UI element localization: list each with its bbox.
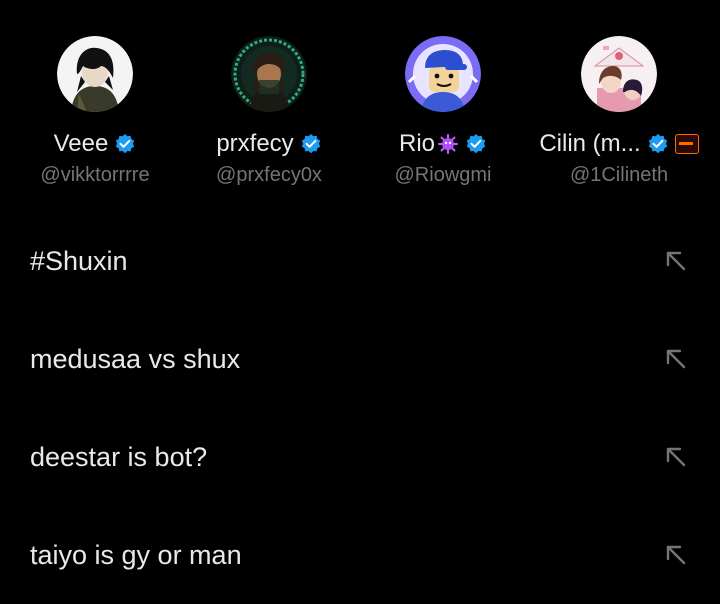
recent-search-item[interactable]: medusaa vs shux — [0, 310, 720, 408]
search-query-text: deestar is bot? — [30, 441, 208, 472]
affiliate-badge-icon — [674, 134, 699, 154]
account-name: Veee — [53, 130, 109, 157]
recent-search-item[interactable]: deestar is bot? — [0, 408, 720, 506]
arrow-up-left-icon[interactable] — [662, 247, 690, 275]
account-cilin[interactable]: Cilin (m... @1Cilineth — [534, 36, 704, 196]
account-handle: @prxfecy0x — [216, 164, 322, 186]
account-name: Cilin (m... — [539, 130, 641, 157]
verified-badge-icon — [116, 134, 135, 154]
account-rio[interactable]: Rio @Riowgmi — [358, 36, 528, 196]
verified-badge-icon — [648, 134, 667, 154]
verified-badge-icon — [466, 134, 486, 154]
recent-search-item[interactable]: #Shuxin — [0, 212, 720, 310]
account-prxfecy[interactable]: prxfecy @prxfecy0x — [184, 36, 354, 196]
account-name: prxfecy — [216, 130, 294, 157]
arrow-up-left-icon[interactable] — [662, 541, 690, 569]
arrow-up-left-icon[interactable] — [662, 345, 690, 373]
search-query-text: taiyo is gy or man — [30, 539, 242, 570]
recent-searches-list: #Shuxin medusaa vs shux deestar is bot? … — [0, 212, 720, 604]
account-handle: @Riowgmi — [394, 164, 492, 186]
account-veee[interactable]: Veee @vikktorrrre — [10, 36, 180, 196]
search-query-text: #Shuxin — [30, 245, 128, 276]
avatar — [581, 36, 657, 112]
verified-badge-icon — [301, 134, 320, 154]
avatar — [57, 36, 133, 112]
avatar — [405, 36, 481, 112]
recent-accounts-row: Veee @vikktorrrre prxfecy @prxfecy0x Rio… — [0, 0, 720, 200]
recent-search-item[interactable]: taiyo is gy or man — [0, 506, 720, 604]
account-name: Rio — [398, 130, 435, 157]
virus-emoji-icon — [438, 134, 458, 154]
search-query-text: medusaa vs shux — [30, 343, 241, 374]
account-handle: @1Cilineth — [569, 164, 669, 186]
account-handle: @vikktorrrre — [40, 164, 150, 186]
avatar — [231, 36, 307, 112]
arrow-up-left-icon[interactable] — [662, 443, 690, 471]
